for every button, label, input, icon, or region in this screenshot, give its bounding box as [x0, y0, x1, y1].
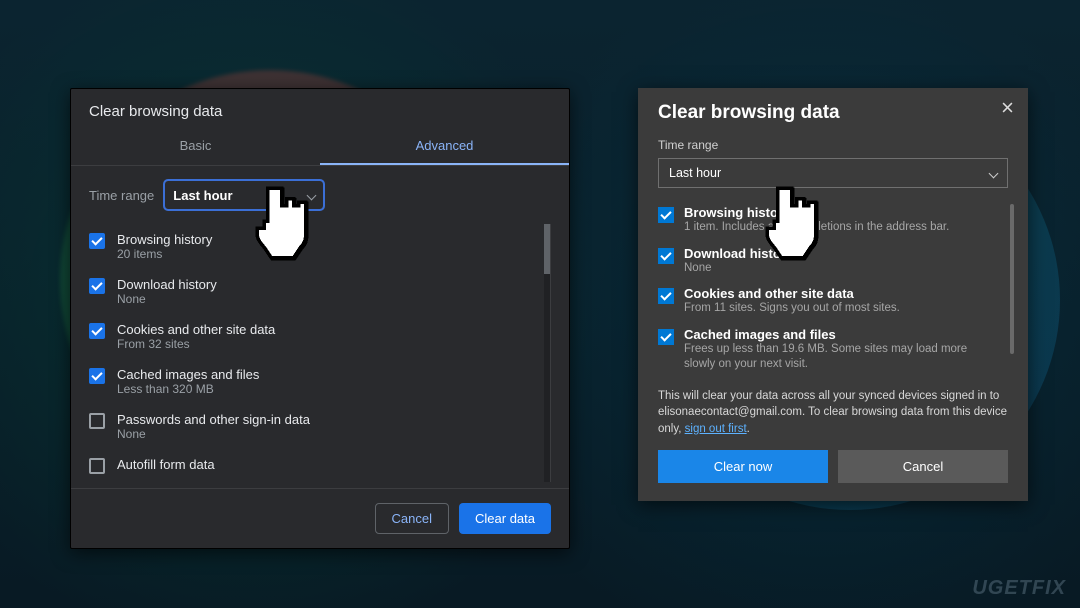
chevron-down-icon — [307, 190, 317, 200]
list-item: Browsing history20 items — [89, 224, 542, 269]
cancel-button[interactable]: Cancel — [375, 503, 449, 534]
checkbox-cached-images[interactable] — [658, 329, 674, 345]
sync-warning: This will clear your data across all you… — [658, 388, 1008, 438]
list-item: Cached images and filesLess than 320 MB — [89, 359, 542, 404]
dialog-title: Clear browsing data — [658, 102, 1008, 124]
checkbox-browsing-history[interactable] — [89, 233, 105, 249]
time-range-label: Time range — [658, 138, 1008, 152]
cancel-button[interactable]: Cancel — [838, 450, 1008, 483]
checkbox-download-history[interactable] — [89, 278, 105, 294]
checkbox-autofill[interactable] — [89, 458, 105, 474]
tabs: Basic Advanced — [71, 128, 569, 166]
edge-clear-data-dialog: Clear browsing data Time range Last hour… — [638, 88, 1028, 501]
close-button[interactable] — [996, 96, 1018, 118]
time-range-select[interactable]: Last hour — [164, 180, 324, 210]
tab-basic[interactable]: Basic — [71, 128, 320, 165]
data-type-list: Browsing history1 item. Includes autocom… — [658, 200, 1008, 378]
sign-out-link[interactable]: sign out first — [685, 423, 747, 435]
chrome-clear-data-dialog: Clear browsing data Basic Advanced Time … — [70, 88, 570, 549]
chevron-down-icon — [989, 168, 999, 178]
time-range-value: Last hour — [173, 188, 232, 203]
close-icon — [1002, 102, 1013, 113]
scrollbar[interactable] — [1010, 204, 1014, 354]
clear-now-button[interactable]: Clear now — [658, 450, 828, 483]
scrollbar[interactable] — [544, 224, 550, 482]
tab-advanced[interactable]: Advanced — [320, 128, 569, 165]
time-range-label: Time range — [89, 188, 154, 203]
checkbox-passwords[interactable] — [89, 413, 105, 429]
list-item: Autofill form data — [89, 449, 542, 482]
list-item: Cached images and filesFrees up less tha… — [658, 322, 998, 378]
watermark: UGETFIX — [972, 577, 1066, 600]
scrollbar-thumb[interactable] — [544, 224, 550, 274]
checkbox-download-history[interactable] — [658, 248, 674, 264]
list-item: Download historyNone — [89, 269, 542, 314]
time-range-value: Last hour — [669, 166, 721, 180]
checkbox-cookies[interactable] — [89, 323, 105, 339]
list-item: Passwords and other sign-in dataNone — [89, 404, 542, 449]
data-type-list: Browsing history20 items Download histor… — [89, 224, 551, 482]
clear-data-button[interactable]: Clear data — [459, 503, 551, 534]
list-item: Download historyNone — [658, 241, 998, 282]
list-item: Cookies and other site dataFrom 11 sites… — [658, 281, 998, 322]
time-range-select[interactable]: Last hour — [658, 158, 1008, 188]
list-item: Cookies and other site dataFrom 32 sites — [89, 314, 542, 359]
checkbox-cached-images[interactable] — [89, 368, 105, 384]
list-item: Browsing history1 item. Includes autocom… — [658, 200, 998, 241]
checkbox-browsing-history[interactable] — [658, 207, 674, 223]
dialog-title: Clear browsing data — [71, 89, 569, 128]
checkbox-cookies[interactable] — [658, 288, 674, 304]
